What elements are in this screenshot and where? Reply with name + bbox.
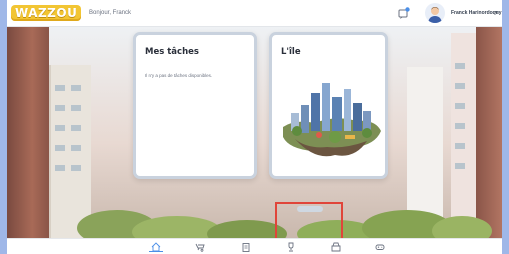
nav-garden[interactable]	[193, 241, 207, 252]
wheelbarrow-icon	[195, 243, 205, 252]
nav-home[interactable]	[149, 241, 163, 252]
wazzou-logo[interactable]: WAZZOU	[11, 5, 82, 21]
nav-shop[interactable]	[329, 241, 343, 252]
tasks-card-title: Mes tâches	[145, 47, 199, 57]
chevron-down-icon[interactable]: ▼	[494, 10, 499, 16]
active-indicator	[149, 251, 163, 252]
island-card-title: L'île	[281, 47, 301, 57]
top-bar: WAZZOU Bonjour, Franck Franck Harinordoq…	[7, 0, 502, 27]
gamepad-icon	[375, 244, 385, 250]
nav-games[interactable]	[373, 241, 387, 252]
trophy-icon	[288, 242, 294, 251]
home-icon	[151, 241, 161, 251]
tasks-empty-message: Il n'y a pas de tâches disponibles.	[145, 73, 213, 78]
island-card[interactable]: L'île	[269, 32, 388, 179]
avatar[interactable]	[425, 3, 445, 23]
app-window: WAZZOU Bonjour, Franck Franck Harinordoq…	[7, 0, 502, 254]
nav-rewards[interactable]	[284, 241, 298, 252]
greeting-text: Bonjour, Franck	[89, 10, 132, 16]
island-illustration	[283, 83, 381, 157]
clipboard-icon	[242, 242, 250, 252]
bottom-navigation	[7, 238, 502, 254]
nav-tasks[interactable]	[239, 241, 253, 252]
map-marker	[297, 206, 323, 212]
tasks-card[interactable]: Mes tâches Il n'y a pas de tâches dispon…	[133, 32, 257, 179]
tree-line	[77, 210, 492, 238]
shop-icon	[331, 242, 341, 251]
chat-notification-icon[interactable]	[398, 7, 410, 19]
